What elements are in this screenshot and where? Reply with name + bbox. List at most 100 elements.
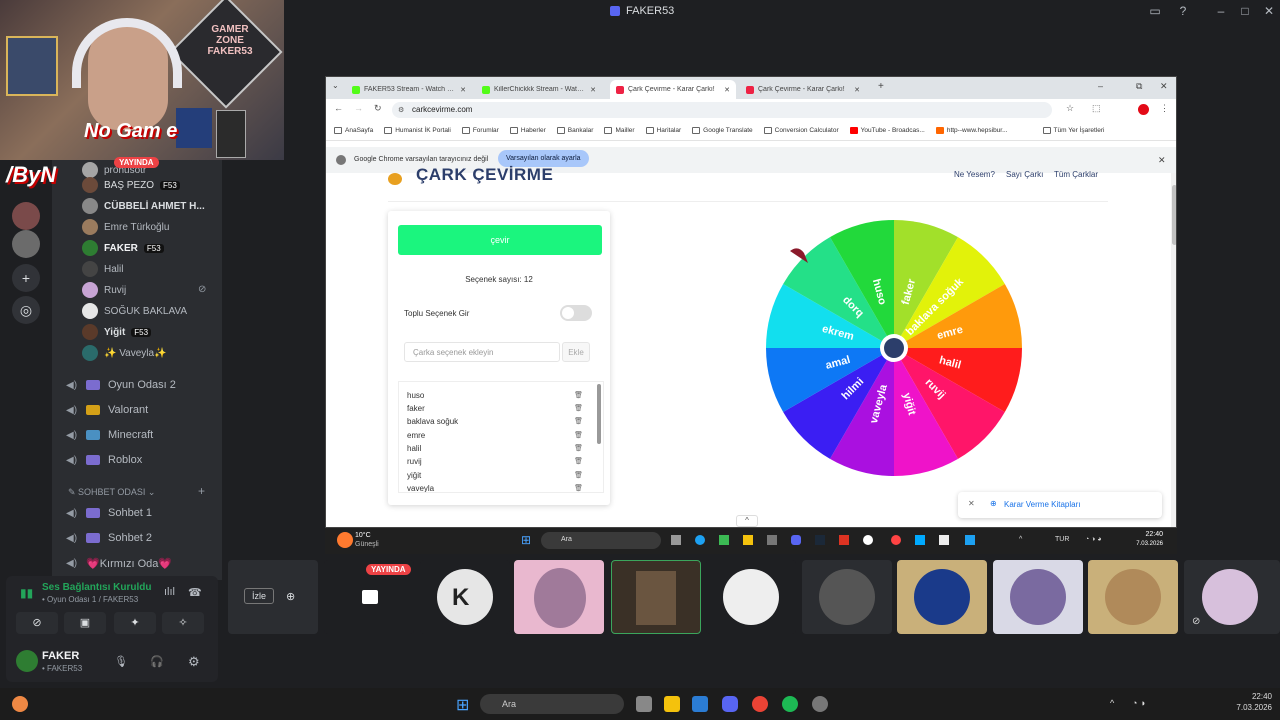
screen-share-button[interactable]: ▣ bbox=[64, 612, 106, 634]
spin-wheel[interactable]: faker baklava soğuk emre halil ruvij yiğit vav… bbox=[764, 217, 1024, 479]
list-scrollbar[interactable] bbox=[597, 384, 601, 444]
voice-channel[interactable]: ◀) Minecraft bbox=[66, 424, 153, 446]
stream-tile[interactable]: ⊘ bbox=[1184, 560, 1280, 634]
category-header[interactable]: ✎ SOHBET ODASI ⌄ bbox=[68, 487, 155, 498]
stream-tile[interactable] bbox=[802, 560, 892, 634]
url-field[interactable]: carkcevirme.com bbox=[392, 102, 1052, 118]
disconnect-icon[interactable]: ☎ bbox=[188, 586, 202, 599]
discord-icon[interactable] bbox=[722, 696, 738, 712]
taskbar-search[interactable]: Ara bbox=[541, 532, 661, 549]
weather-icon[interactable] bbox=[12, 696, 28, 712]
avatar[interactable] bbox=[16, 650, 38, 672]
help-icon[interactable]: ? bbox=[1172, 2, 1194, 20]
app-icon[interactable] bbox=[939, 535, 949, 545]
tab-close-icon[interactable]: ✕ bbox=[854, 86, 860, 94]
tray-arrow-icon[interactable]: ^ bbox=[1019, 536, 1022, 543]
reload-icon[interactable]: ↻ bbox=[374, 103, 382, 114]
store-icon[interactable] bbox=[692, 696, 708, 712]
bookmark-item[interactable]: Google Translate bbox=[692, 127, 753, 134]
taskbar-search[interactable]: Ara bbox=[480, 694, 624, 714]
trash-icon[interactable]: 🗑 bbox=[574, 431, 583, 444]
back-icon[interactable]: ← bbox=[334, 103, 343, 113]
add-channel-icon[interactable]: + bbox=[198, 484, 205, 498]
clock-time[interactable]: 22:40 bbox=[1226, 692, 1272, 701]
bookmark-folder[interactable]: Haberler bbox=[509, 127, 546, 134]
tab-close-icon[interactable]: ✕ bbox=[460, 86, 466, 94]
app-icon[interactable] bbox=[915, 535, 925, 545]
voice-user[interactable]: BAŞ PEZO F53 bbox=[82, 175, 180, 195]
nav-link[interactable]: Sayı Çarkı bbox=[1006, 170, 1043, 179]
voice-user[interactable]: FAKER F53 bbox=[82, 238, 164, 258]
app-icon[interactable] bbox=[863, 535, 873, 545]
voice-channel[interactable]: ◀) Sohbet 2 bbox=[66, 527, 152, 549]
stream-tile[interactable] bbox=[514, 560, 604, 634]
discover-icon[interactable]: ◎ bbox=[12, 296, 40, 324]
stream-tile[interactable] bbox=[1088, 560, 1178, 634]
nav-link[interactable]: Tüm Çarklar bbox=[1054, 170, 1098, 179]
app-icon[interactable] bbox=[719, 535, 729, 545]
app-icon[interactable] bbox=[839, 535, 849, 545]
language-indicator[interactable]: TUR bbox=[1055, 536, 1069, 543]
voice-user[interactable]: CÜBBELİ AHMET H... bbox=[82, 196, 205, 216]
add-option-button[interactable]: Ekle bbox=[562, 342, 590, 362]
wifi-icon[interactable]: ◔ ◑ ◕ bbox=[1085, 536, 1102, 543]
inbox-icon[interactable]: ▭ bbox=[1144, 2, 1166, 20]
stream-tile[interactable]: YAYINDA bbox=[324, 560, 414, 634]
folder-icon[interactable] bbox=[743, 535, 753, 545]
scroll-thumb[interactable] bbox=[1172, 185, 1176, 245]
tab-close-icon[interactable]: ✕ bbox=[724, 86, 730, 94]
trash-icon[interactable]: 🗑 bbox=[574, 404, 583, 417]
voice-user[interactable]: Emre Türkoğlu bbox=[82, 217, 169, 237]
maximize-button[interactable]: □ bbox=[1234, 2, 1256, 20]
stream-tile[interactable] bbox=[897, 560, 987, 634]
close-icon[interactable]: ✕ bbox=[968, 499, 975, 508]
bookmark-item[interactable]: AnaSayfa bbox=[334, 127, 373, 134]
app-icon[interactable] bbox=[767, 535, 777, 545]
taskview-icon[interactable] bbox=[671, 535, 681, 545]
stream-tile[interactable] bbox=[706, 560, 796, 634]
browser-tab[interactable]: Çark Çevirme - Karar Çarkı! ✕ bbox=[740, 80, 866, 99]
close-window-button[interactable]: ✕ bbox=[1160, 81, 1168, 92]
steam-icon[interactable] bbox=[815, 535, 825, 545]
scroll-up-icon[interactable]: ^ bbox=[736, 515, 758, 527]
trash-icon[interactable]: 🗑 bbox=[574, 444, 583, 457]
voice-user[interactable]: ✨ Vaveyla✨ bbox=[82, 343, 167, 363]
bulk-entry-toggle[interactable] bbox=[560, 305, 592, 321]
app-icon[interactable] bbox=[812, 696, 828, 712]
chrome-icon[interactable] bbox=[891, 535, 901, 545]
soundboard-button[interactable]: ✧ bbox=[162, 612, 204, 634]
popout-icon[interactable]: ⊕ bbox=[286, 590, 295, 603]
voice-channel[interactable]: ◀) Roblox bbox=[66, 449, 142, 471]
watch-button[interactable]: İzle bbox=[244, 588, 274, 604]
mic-icon[interactable]: 🎙 bbox=[114, 655, 128, 668]
clock-time[interactable]: 22:40 bbox=[1133, 531, 1163, 538]
tray-arrow-icon[interactable]: ^ bbox=[1110, 698, 1114, 708]
taskview-icon[interactable] bbox=[636, 696, 652, 712]
option-input[interactable] bbox=[404, 342, 560, 362]
stream-tile[interactable]: K bbox=[420, 560, 510, 634]
trash-icon[interactable]: 🗑 bbox=[574, 417, 583, 430]
server-icon[interactable] bbox=[12, 230, 40, 258]
spotify-icon[interactable] bbox=[782, 696, 798, 712]
voice-channel[interactable]: ◀) Valorant bbox=[66, 399, 148, 421]
restore-button[interactable]: ⧉ bbox=[1136, 81, 1142, 92]
activities-button[interactable]: ✦ bbox=[114, 612, 156, 634]
tab-close-icon[interactable]: ✕ bbox=[590, 86, 596, 94]
site-logo[interactable]: ÇARK ÇEVİRME bbox=[416, 165, 553, 185]
all-bookmarks[interactable]: Tüm Yer İşaretleri bbox=[1042, 127, 1104, 134]
forward-icon[interactable]: → bbox=[354, 103, 363, 113]
discord-icon[interactable] bbox=[791, 535, 801, 545]
server-icon[interactable] bbox=[12, 202, 40, 230]
wheel-center-icon[interactable] bbox=[884, 338, 904, 358]
voice-channel[interactable]: ◀) 💗Kırmızı Oda💗 bbox=[66, 552, 172, 574]
stream-tile-speaking[interactable] bbox=[611, 560, 701, 634]
bookmark-star-icon[interactable]: ☆ bbox=[1066, 103, 1074, 114]
weather-temp[interactable]: 10°C bbox=[355, 532, 371, 539]
voice-user[interactable]: Ruvij bbox=[82, 280, 126, 300]
tab-search-icon[interactable]: ⌄ bbox=[332, 81, 339, 90]
voice-channel[interactable]: ◀) Oyun Odası 2 bbox=[66, 374, 176, 396]
settings-gear-icon[interactable]: ⚙ bbox=[188, 654, 200, 670]
wheel-svg[interactable]: fakerbaklava soğukemrehalilruvijyiğitvav… bbox=[764, 217, 1024, 479]
add-server-icon[interactable]: + bbox=[12, 264, 40, 292]
bookmark-item[interactable]: Humanist İK Portali bbox=[384, 127, 451, 134]
